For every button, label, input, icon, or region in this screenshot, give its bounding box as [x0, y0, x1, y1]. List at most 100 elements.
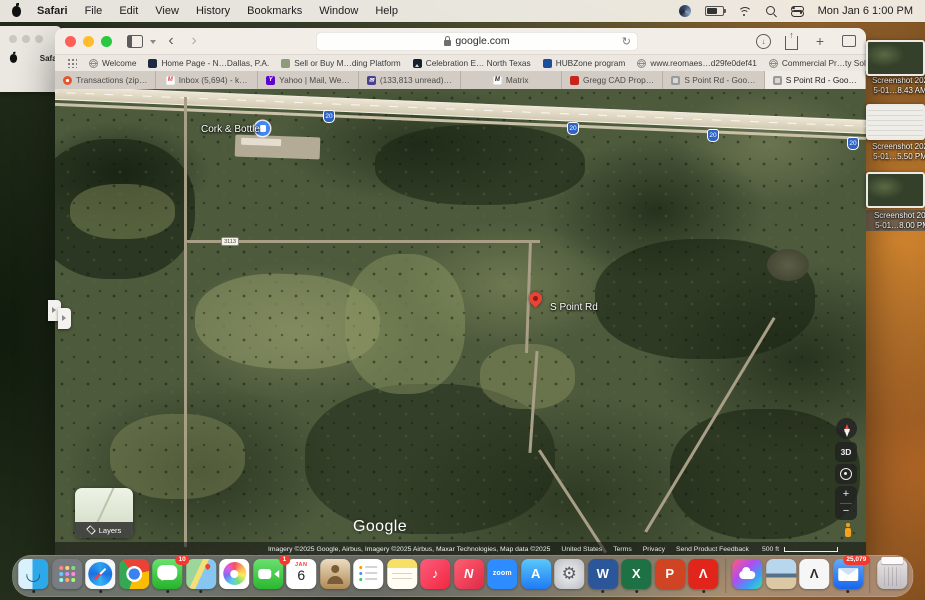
privacy-link[interactable]: Privacy [643, 546, 665, 553]
screenshot-file-2[interactable] [866, 104, 925, 140]
background-window[interactable]: Safari [0, 26, 62, 92]
dock-zoom[interactable]: zoom [487, 559, 518, 589]
notes-icon [387, 559, 417, 589]
bookmark-celebration[interactable]: Celebration E… North Texas [413, 58, 531, 68]
bookmark-welcome[interactable]: Welcome [89, 58, 136, 68]
close-button[interactable] [65, 36, 76, 47]
dock-launchpad[interactable] [51, 559, 82, 589]
new-tab-button[interactable]: + [812, 32, 828, 50]
tab-unread-mail[interactable]: ✉(133,813 unread)… [359, 71, 460, 89]
menu-help[interactable]: Help [375, 5, 398, 17]
tab-yahoo-mail[interactable]: YYahoo | Mail, We… [258, 71, 359, 89]
inactive-traffic-lights [0, 26, 62, 43]
3d-toggle-button[interactable]: 3D [835, 442, 857, 462]
menu-extra-app-icon[interactable] [679, 5, 691, 17]
dock-calendar[interactable]: JAN6 [286, 559, 317, 589]
dock-chrome[interactable] [118, 559, 149, 589]
screenshot-file-1[interactable] [866, 40, 925, 76]
downloads-button[interactable]: ↓ [756, 34, 771, 49]
dock-facetime[interactable]: 1 [252, 559, 283, 589]
menu-view[interactable]: View [155, 5, 179, 17]
minimize-button[interactable] [83, 36, 94, 47]
dock-photos[interactable] [219, 559, 250, 589]
news-glyph: N [454, 559, 484, 589]
dock-word[interactable]: W [587, 559, 618, 594]
compass-control[interactable] [836, 418, 857, 439]
bookmark-hubzone[interactable]: HUBZone program [543, 58, 626, 68]
tab-gmail-inbox[interactable]: MInbox (5,694) - k… [156, 71, 257, 89]
tab-gregg-cad[interactable]: Gregg CAD Prop… [562, 71, 663, 89]
cork-and-bottle-label[interactable]: Cork & Bottle [201, 124, 260, 135]
bookmark-commercial[interactable]: Commercial Pr…ty Solutions [769, 58, 866, 68]
tree-cluster [375, 125, 585, 205]
forward-button[interactable]: › [186, 32, 202, 50]
menu-history[interactable]: History [196, 5, 230, 17]
dock-contacts[interactable] [319, 559, 350, 589]
share-button[interactable]: ↑ [785, 36, 798, 50]
menu-file[interactable]: File [85, 5, 103, 17]
menu-edit[interactable]: Edit [119, 5, 138, 17]
back-button[interactable]: ‹ [163, 32, 179, 50]
zoom-window-button[interactable] [101, 36, 112, 47]
dock-reminders[interactable] [353, 559, 384, 589]
tab-transactions[interactable]: Transactions (zip… [55, 71, 156, 89]
mail-badge: 25,079 [843, 555, 870, 566]
control-center-icon[interactable] [791, 6, 804, 17]
dock-creative-cloud[interactable] [732, 559, 763, 589]
spotlight-icon[interactable] [766, 6, 777, 17]
zoom-in-button[interactable]: + [843, 487, 849, 503]
dock-messages[interactable]: 10 [152, 559, 183, 594]
reload-icon[interactable]: ↻ [622, 35, 631, 48]
address-bar[interactable]: google.com ↻ [316, 32, 638, 51]
mail-icon: 25,079 [833, 559, 863, 589]
bookmark-sell-or-buy[interactable]: Sell or Buy M…ding Platform [281, 58, 401, 68]
music-icon: ♪ [420, 559, 450, 589]
dock-news[interactable]: N [453, 559, 484, 589]
tab-s-point-rd-active[interactable]: S Point Rd - Goo… [765, 71, 866, 89]
dock-system-settings[interactable]: ⚙ [554, 559, 585, 589]
interstate-20-shield: 20 [323, 110, 335, 123]
app-store-icon: A [521, 559, 551, 589]
dock-safari[interactable] [85, 559, 116, 594]
dock-excel[interactable]: X [621, 559, 652, 594]
dock-powerpoint[interactable]: P [654, 559, 685, 589]
map-scale: 500 ft [762, 546, 838, 553]
lock-icon [444, 40, 451, 46]
menu-window[interactable]: Window [319, 5, 358, 17]
terms-link[interactable]: Terms [613, 546, 632, 553]
battery-icon[interactable] [705, 6, 724, 16]
dock-acrobat-reader[interactable]: Λ [799, 559, 830, 589]
google-maps-satellite-view[interactable]: Cork & Bottle 20 20 20 20 3113 S Point R… [55, 89, 866, 555]
wifi-icon[interactable] [738, 6, 752, 16]
dock-maps[interactable] [185, 559, 216, 594]
side-panel-pull-tab[interactable] [58, 308, 71, 329]
apple-menu-icon[interactable] [12, 6, 21, 17]
menu-app-name[interactable]: Safari [37, 5, 68, 17]
layers-button[interactable]: Layers [75, 488, 133, 538]
screenshot-file-3[interactable] [866, 172, 925, 208]
frequently-visited-icon[interactable] [67, 58, 77, 68]
tab-s-point-rd-1[interactable]: S Point Rd - Goo… [663, 71, 764, 89]
dock-acrobat[interactable]: Λ [688, 559, 719, 594]
my-location-button[interactable] [835, 464, 857, 484]
dock-music[interactable]: ♪ [420, 559, 451, 589]
chevron-down-icon[interactable] [150, 40, 156, 47]
dock-finder[interactable] [18, 559, 49, 594]
menu-bookmarks[interactable]: Bookmarks [247, 5, 302, 17]
bookmark-home-page[interactable]: Home Page - N…Dallas, P.A. [148, 58, 269, 68]
dock-app-store[interactable]: A [520, 559, 551, 589]
menu-clock[interactable]: Mon Jan 6 1:00 PM [818, 5, 913, 17]
finder-icon [18, 559, 48, 589]
sidebar-toggle-button[interactable] [127, 32, 143, 50]
target-icon [840, 468, 852, 480]
dock-trash[interactable] [876, 559, 907, 589]
dock-mail[interactable]: 25,079 [832, 559, 863, 594]
dock-pictures[interactable] [765, 559, 796, 589]
dock-notes[interactable] [386, 559, 417, 589]
zoom-out-button[interactable]: − [843, 504, 849, 520]
bookmark-reomaes[interactable]: www.reomaes…d29fe0def41 [637, 58, 757, 68]
feedback-link[interactable]: Send Product Feedback [676, 546, 749, 553]
tab-overview-button[interactable] [842, 35, 856, 47]
tab-matrix[interactable]: MMatrix [461, 71, 562, 89]
pegman-street-view[interactable] [843, 523, 852, 537]
